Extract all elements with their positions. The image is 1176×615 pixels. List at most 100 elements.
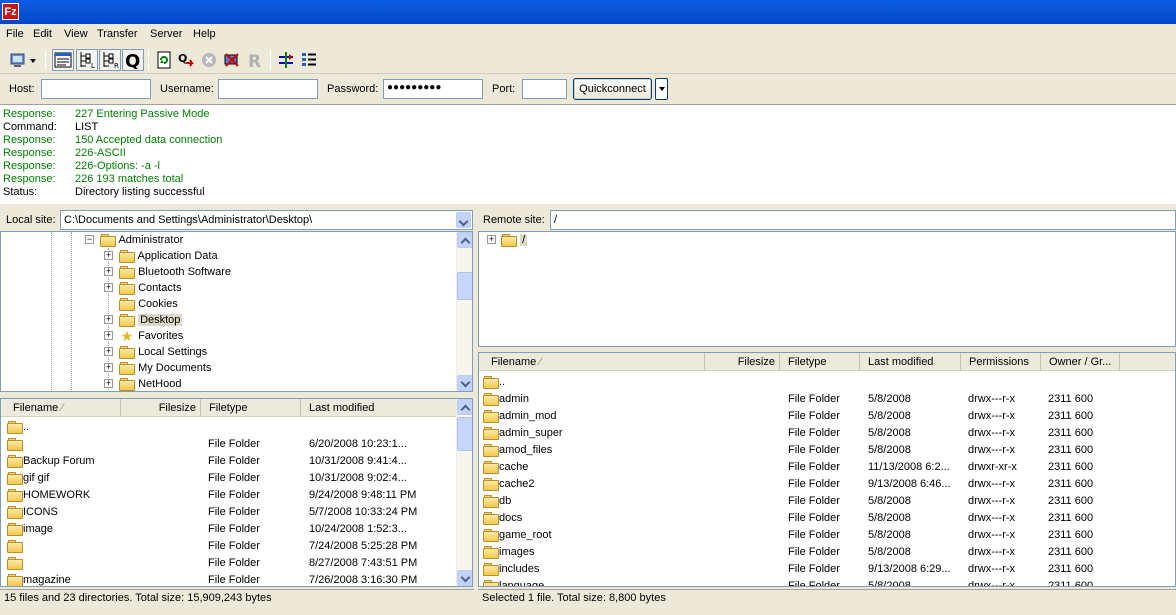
expand-icon[interactable]: + xyxy=(104,331,113,340)
host-input[interactable] xyxy=(41,79,151,99)
folder-icon xyxy=(483,563,499,577)
process-queue-icon[interactable]: Q xyxy=(176,49,198,71)
port-input[interactable] xyxy=(522,79,567,99)
local-file-row[interactable]: Backup Forum File Folder 10/31/2008 9:41:4… xyxy=(1,453,458,470)
remote-file-row[interactable]: admin File Folder 5/8/2008 drwx---r-x 2311 6… xyxy=(479,391,1175,408)
remote-file-row[interactable]: game_root File Folder 5/8/2008 drwx---r-x 23… xyxy=(479,527,1175,544)
quickconnect-history-dropdown[interactable] xyxy=(655,78,668,100)
scroll-thumb[interactable] xyxy=(457,417,472,451)
menu-help[interactable]: Help xyxy=(193,28,216,40)
cancel-icon[interactable] xyxy=(198,49,220,71)
local-list-scrollbar[interactable] xyxy=(456,399,472,586)
local-file-row[interactable]: image File Folder 10/24/2008 1:52:3... xyxy=(1,521,458,538)
expand-icon[interactable]: + xyxy=(104,283,113,292)
col-header-filetype[interactable]: Filetype xyxy=(201,399,301,417)
scroll-down-icon[interactable] xyxy=(457,570,472,586)
scroll-up-icon[interactable] xyxy=(457,399,472,415)
local-file-row[interactable]: .. xyxy=(1,419,458,436)
col-header-filetype[interactable]: Filetype xyxy=(780,353,860,371)
refresh-icon[interactable] xyxy=(153,49,175,71)
col-header-permissions[interactable]: Permissions xyxy=(961,353,1041,371)
compare-icon[interactable] xyxy=(275,49,297,71)
remote-file-list[interactable]: Filename ⁄ Filesize Filetype Last modifi… xyxy=(478,352,1176,587)
toolbar: L R Q Q R xyxy=(0,46,1176,74)
reconnect-icon[interactable]: R xyxy=(244,49,266,71)
local-file-row[interactable]: gif gif File Folder 10/31/2008 9:02:4... xyxy=(1,470,458,487)
remote-file-row[interactable]: language File Folder 5/8/2008 drwx---r-x 231… xyxy=(479,578,1175,586)
local-file-list[interactable]: Filename ⁄ Filesize Filetype Last modifi… xyxy=(0,398,473,587)
remote-file-row[interactable]: db File Folder 5/8/2008 drwx---r-x 2311 600 xyxy=(479,493,1175,510)
scroll-down-icon[interactable] xyxy=(457,375,472,391)
col-header-last-modified[interactable]: Last modified xyxy=(860,353,961,371)
username-input[interactable] xyxy=(218,79,318,99)
expand-icon[interactable]: + xyxy=(104,267,113,276)
filezilla-app-icon[interactable]: Fz xyxy=(2,3,19,20)
col-header-filesize[interactable]: Filesize xyxy=(121,399,201,417)
folder-icon xyxy=(7,438,23,452)
expand-icon[interactable]: + xyxy=(104,347,113,356)
col-header-filesize[interactable]: Filesize xyxy=(705,353,780,371)
local-file-row[interactable]: ICONS File Folder 5/7/2008 10:33:24 PM xyxy=(1,504,458,521)
local-file-row[interactable]: File Folder 6/20/2008 10:23:1... xyxy=(1,436,458,453)
folder-icon xyxy=(501,234,517,248)
col-header-filename[interactable]: Filename ⁄ xyxy=(1,399,121,417)
expand-icon[interactable]: + xyxy=(104,315,113,324)
remote-file-row[interactable]: cache File Folder 11/13/2008 6:2... drwxr-x… xyxy=(479,459,1175,476)
filter-icon[interactable] xyxy=(298,49,320,71)
remote-file-row[interactable]: includes File Folder 9/13/2008 6:29... drwx… xyxy=(479,561,1175,578)
local-status-bar: 15 files and 23 directories. Total size:… xyxy=(0,589,474,607)
toggle-log-icon[interactable] xyxy=(52,49,74,71)
folder-icon xyxy=(483,495,499,509)
local-directory-tree[interactable]: − Administrator + Application Data + Blu… xyxy=(0,231,473,392)
scroll-up-icon[interactable] xyxy=(457,232,472,248)
folder-icon xyxy=(7,523,23,537)
local-site-path-combo[interactable]: C:\Documents and Settings\Administrator\… xyxy=(60,210,473,230)
folder-icon xyxy=(7,455,23,469)
expand-icon[interactable]: + xyxy=(104,379,113,388)
message-log[interactable]: Response: 227 Entering Passive Mode Comma… xyxy=(0,104,1176,204)
remote-file-row[interactable]: docs File Folder 5/8/2008 drwx---r-x 2311 60… xyxy=(479,510,1175,527)
site-manager-icon[interactable] xyxy=(8,49,40,71)
remote-file-row[interactable]: images File Folder 5/8/2008 drwx---r-x 2311 … xyxy=(479,544,1175,561)
local-site-dropdown-button[interactable] xyxy=(456,212,471,228)
menu-edit[interactable]: Edit xyxy=(33,28,52,40)
menu-transfer[interactable]: Transfer xyxy=(97,28,138,40)
local-file-row[interactable]: File Folder 8/27/2008 7:43:51 PM xyxy=(1,555,458,572)
menu-server[interactable]: Server xyxy=(150,28,182,40)
menu-view[interactable]: View xyxy=(64,28,88,40)
password-input[interactable]: ●●●●●●●●● xyxy=(383,79,483,99)
local-file-row[interactable]: HOMEWORK File Folder 9/24/2008 9:48:11 PM xyxy=(1,487,458,504)
collapse-icon[interactable]: − xyxy=(85,235,94,244)
col-header-owner-group[interactable]: Owner / Gr... xyxy=(1041,353,1120,371)
svg-text:Q: Q xyxy=(178,52,187,65)
local-site-path: C:\Documents and Settings\Administrator\… xyxy=(64,214,313,226)
local-file-row[interactable]: File Folder 7/24/2008 5:25:28 PM xyxy=(1,538,458,555)
remote-file-row[interactable]: .. xyxy=(479,374,1175,391)
remote-file-row[interactable]: amod_files File Folder 5/8/2008 drwx---r-x 2… xyxy=(479,442,1175,459)
remote-file-row[interactable]: admin_mod File Folder 5/8/2008 drwx---r-x 23… xyxy=(479,408,1175,425)
remote-directory-tree[interactable]: + / xyxy=(478,231,1176,347)
folder-icon xyxy=(7,574,23,586)
expand-icon[interactable]: + xyxy=(104,363,113,372)
scroll-thumb[interactable] xyxy=(457,272,472,300)
expand-icon[interactable]: + xyxy=(487,235,496,244)
disconnect-icon[interactable] xyxy=(221,49,243,71)
col-header-filename[interactable]: Filename ⁄ xyxy=(479,353,705,371)
quickconnect-button[interactable]: Quickconnect xyxy=(573,78,652,100)
folder-icon xyxy=(119,378,135,391)
toggle-local-tree-icon[interactable]: L xyxy=(76,49,98,71)
toggle-remote-tree-icon[interactable]: R xyxy=(99,49,121,71)
local-file-row[interactable]: magazine File Folder 7/26/2008 3:16:30 PM xyxy=(1,572,458,586)
log-line: Response: 150 Accepted data connection xyxy=(3,134,223,146)
expand-icon[interactable]: + xyxy=(104,251,113,260)
remote-site-path-combo[interactable]: / xyxy=(550,210,1176,230)
toggle-queue-icon[interactable]: Q xyxy=(122,49,144,71)
menu-file[interactable]: File xyxy=(6,28,24,40)
col-header-last-modified[interactable]: Last modified xyxy=(301,399,458,417)
folder-icon xyxy=(119,362,135,376)
local-tree-scrollbar[interactable] xyxy=(456,232,472,391)
folder-icon xyxy=(483,529,499,543)
remote-list-header: Filename ⁄ Filesize Filetype Last modifi… xyxy=(479,353,1175,371)
remote-file-row[interactable]: cache2 File Folder 9/13/2008 6:46... drwx--… xyxy=(479,476,1175,493)
remote-file-row[interactable]: admin_super File Folder 5/8/2008 drwx---r-x… xyxy=(479,425,1175,442)
